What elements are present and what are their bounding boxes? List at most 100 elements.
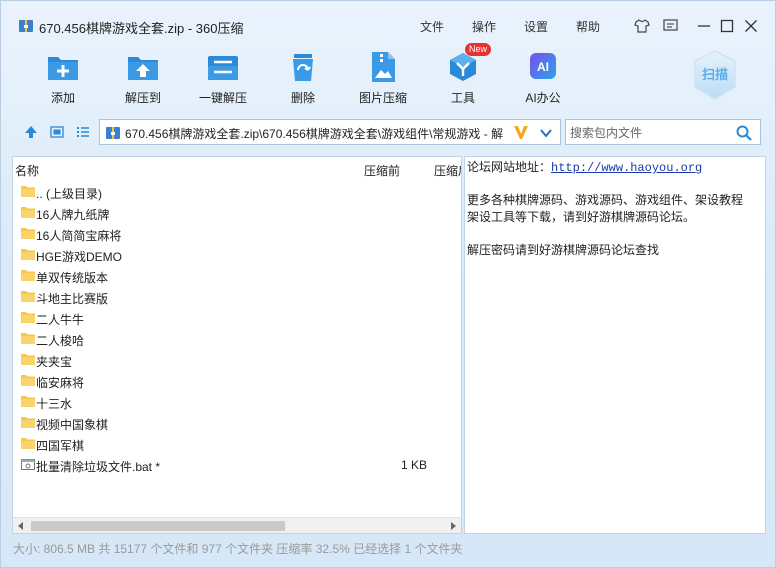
folder-icon: [21, 249, 35, 260]
row-name: 十三水: [36, 397, 73, 411]
row-name: 夹夹宝: [36, 355, 73, 369]
forum-label: 论坛网站地址：: [467, 160, 552, 174]
folder-row[interactable]: 16人简简宝麻将: [13, 223, 461, 244]
address-path: 670.456棋牌游戏全套.zip\670.456棋牌游戏全套\游戏组件\常规游…: [125, 127, 504, 141]
folder-row[interactable]: 16人牌九纸牌: [13, 202, 461, 223]
toolbar-image-compress-button[interactable]: 图片压缩: [348, 49, 418, 109]
scan-label: 扫描: [702, 67, 728, 83]
row-name: .. (上级目录): [36, 187, 102, 201]
address-bar[interactable]: 670.456棋牌游戏全套.zip\670.456棋牌游戏全套\游戏组件\常规游…: [99, 119, 561, 145]
list-view-icon: [77, 127, 89, 137]
folder-icon: [21, 312, 35, 323]
folder-icon: [21, 438, 35, 449]
folder-row[interactable]: 二人梭哈: [13, 328, 461, 349]
file-row[interactable]: 批量清除垃圾文件.bat * 1 KB: [13, 454, 461, 475]
toolbar-add-label: 添加: [50, 91, 75, 105]
maximize-button[interactable]: [718, 17, 736, 35]
shirt-icon: [634, 19, 650, 33]
column-original-size[interactable]: 压缩前: [364, 162, 400, 179]
close-button[interactable]: [742, 17, 760, 35]
toolbar-ai-office-button[interactable]: AI AI办公: [508, 49, 578, 109]
up-button[interactable]: [23, 124, 39, 140]
toolbar-extract-to-button[interactable]: 解压到: [108, 49, 178, 109]
scan-button[interactable]: 扫描: [690, 49, 740, 101]
search-box: [565, 119, 761, 145]
new-badge: New: [465, 43, 491, 56]
toolbar-add-button[interactable]: 添加: [28, 49, 98, 109]
toolbar-tools-button[interactable]: 工具: [428, 49, 498, 109]
one-click-extract-icon: [208, 56, 238, 80]
toolbar-delete-label: 删除: [290, 91, 315, 105]
folder-icon: [21, 333, 35, 344]
folder-row[interactable]: 四国军棋: [13, 433, 461, 454]
folder-row[interactable]: 单双传统版本: [13, 265, 461, 286]
row-name: 单双传统版本: [36, 271, 109, 285]
folder-row[interactable]: 斗地主比赛版: [13, 286, 461, 307]
toolbar-image-compress-label: 图片压缩: [358, 91, 407, 105]
folder-row[interactable]: .. (上级目录): [13, 181, 461, 202]
folder-icon: [21, 228, 35, 239]
add-icon: [48, 57, 78, 80]
minimize-icon: [698, 25, 710, 27]
scrollbar-thumb[interactable]: [31, 521, 285, 531]
arrow-up-icon: [25, 126, 37, 138]
file-list-header: 名称 压缩前 压缩后: [13, 157, 461, 179]
folder-icon: [21, 375, 35, 386]
row-name: 二人牛牛: [36, 313, 85, 327]
folder-row[interactable]: 夹夹宝: [13, 349, 461, 370]
folder-row[interactable]: 十三水: [13, 391, 461, 412]
column-name[interactable]: 名称: [15, 162, 39, 179]
column-compressed-size[interactable]: 压缩后: [434, 162, 461, 179]
forum-link[interactable]: http://www.haoyou.org: [551, 161, 702, 175]
folder-icon: [21, 291, 35, 302]
toolbar-one-click-extract-label: 一键解压: [198, 91, 247, 105]
status-bar-text: 大小: 806.5 MB 共 15177 个文件和 977 个文件夹 压缩率 3…: [13, 542, 463, 556]
scan-shield-icon: 扫描: [694, 50, 736, 100]
info-line-2a: 更多各种棋牌源码、游戏源码、游戏组件、架设教程: [467, 193, 744, 207]
menu-file[interactable]: 文件: [420, 18, 444, 35]
row-name: 视频中国象棋: [36, 418, 109, 432]
extract-to-icon: [128, 57, 158, 80]
folder-row[interactable]: 临安麻将: [13, 370, 461, 391]
info-line-2b: 架设工具等下载，请到好游棋牌源码论坛。: [467, 210, 696, 224]
thumbnail-view-icon: [50, 126, 64, 138]
skin-button[interactable]: [633, 17, 651, 35]
row-name: 临安麻将: [36, 376, 85, 390]
comment-panel: 论坛网站地址：http://www.haoyou.org 更多各种棋牌源码、游戏…: [464, 156, 766, 534]
ai-office-icon: AI: [530, 53, 556, 79]
toolbar-one-click-extract-button[interactable]: 一键解压: [188, 49, 258, 109]
verified-v-icon[interactable]: [512, 123, 530, 141]
folder-icon: [21, 417, 35, 428]
menu-settings[interactable]: 设置: [524, 18, 548, 35]
horizontal-scrollbar[interactable]: [13, 517, 461, 533]
scroll-right-icon[interactable]: [448, 521, 458, 531]
folder-row[interactable]: 视频中国象棋: [13, 412, 461, 433]
toolbar-delete-button[interactable]: 删除: [268, 49, 338, 109]
chevron-down-icon[interactable]: [540, 128, 552, 138]
row-name: 16人简简宝麻将: [36, 229, 122, 243]
message-icon: [662, 19, 678, 31]
list-view-button[interactable]: [75, 124, 91, 140]
ai-icon-text: AI: [537, 60, 549, 74]
folder-icon: [21, 186, 35, 197]
folder-row[interactable]: 二人牛牛: [13, 307, 461, 328]
row-size: 1 KB: [400, 458, 427, 472]
zip-file-icon: [106, 127, 120, 139]
menu-help[interactable]: 帮助: [576, 18, 600, 35]
close-icon: [745, 20, 757, 32]
thumbnail-view-button[interactable]: [49, 124, 65, 140]
feedback-button[interactable]: [661, 17, 679, 35]
search-input[interactable]: [570, 124, 730, 142]
row-name: 斗地主比赛版: [36, 292, 109, 306]
folder-row[interactable]: HGE游戏DEMO: [13, 244, 461, 265]
row-name: HGE游戏DEMO: [36, 250, 123, 264]
menu-operation[interactable]: 操作: [472, 18, 496, 35]
scroll-left-icon[interactable]: [16, 521, 26, 531]
row-name: 批量清除垃圾文件.bat *: [36, 460, 161, 474]
minimize-button[interactable]: [695, 17, 713, 35]
window-title: 670.456棋牌游戏全套.zip - 360压缩: [39, 21, 244, 36]
toolbar-tools-label: 工具: [450, 91, 475, 105]
title-bar: 670.456棋牌游戏全套.zip - 360压缩 文件 操作 设置 帮助: [1, 1, 776, 36]
bat-file-icon: [21, 459, 35, 470]
search-icon[interactable]: [736, 125, 752, 141]
